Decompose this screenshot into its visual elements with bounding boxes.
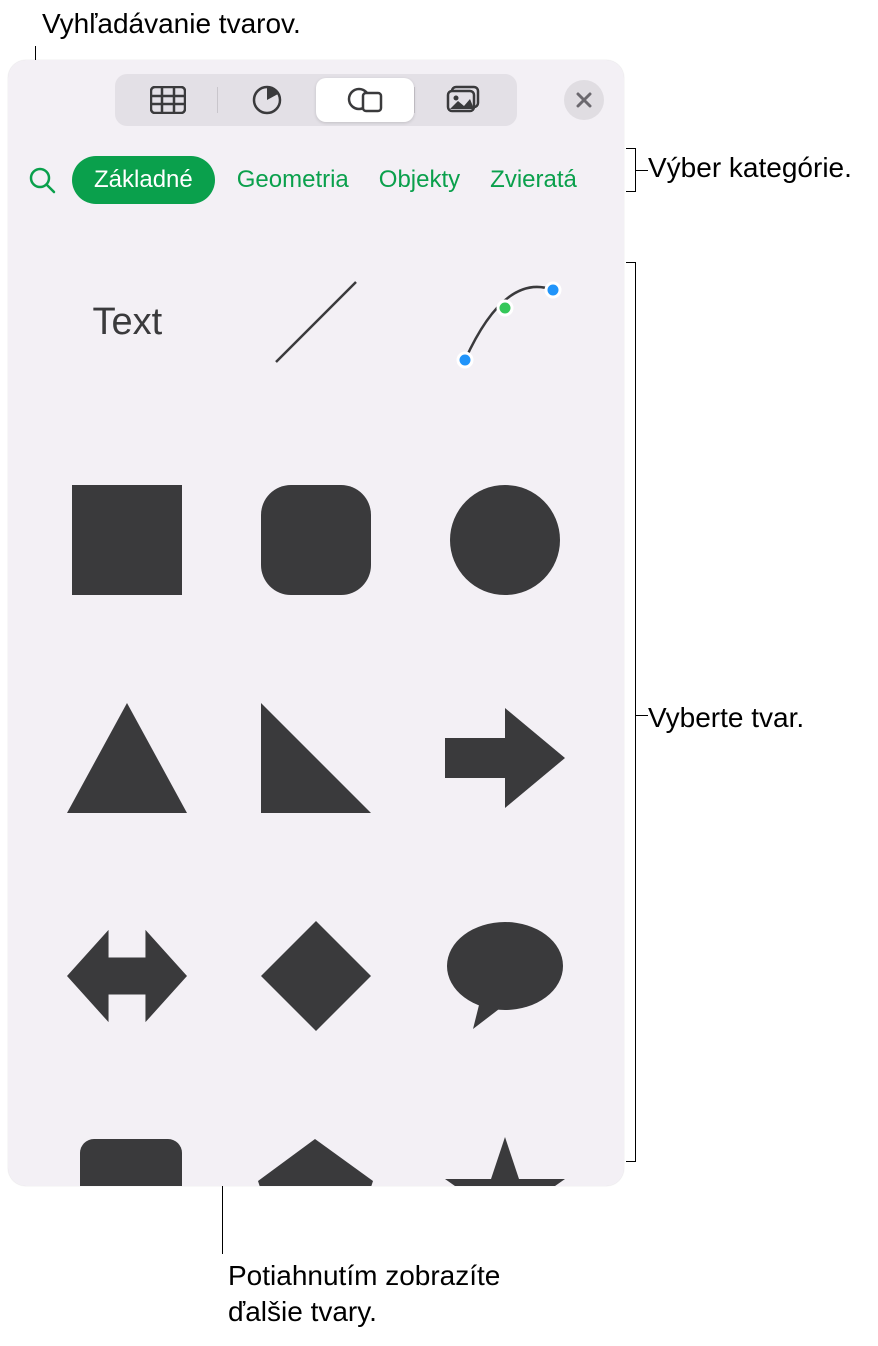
- shape-speech-bubble-square[interactable]: [67, 1134, 187, 1186]
- shape-arrow-right[interactable]: [445, 698, 565, 818]
- shapes-icon: [347, 85, 383, 115]
- bracket-select: [626, 262, 636, 1162]
- callout-scroll-2: ďalšie tvary.: [228, 1294, 377, 1330]
- top-tabs: [8, 60, 624, 136]
- category-animals[interactable]: Zvieratá: [482, 156, 585, 204]
- shape-diamond[interactable]: [256, 916, 376, 1036]
- callout-scroll-1: Potiahnutím zobrazíte: [228, 1258, 500, 1294]
- diamond-icon: [261, 921, 371, 1031]
- category-geometry[interactable]: Geometria: [229, 156, 357, 204]
- shape-triangle[interactable]: [67, 698, 187, 818]
- pentagon-icon: [258, 1139, 373, 1186]
- speech-bubble-round-icon: [445, 921, 565, 1031]
- shape-square[interactable]: [67, 480, 187, 600]
- callout-select-shape: Vyberte tvar.: [648, 700, 804, 736]
- tab-tables[interactable]: [119, 78, 217, 122]
- arrow-bidirectional-icon: [67, 926, 187, 1026]
- chart-icon: [252, 85, 282, 115]
- tab-media[interactable]: [415, 78, 513, 122]
- shape-arrow-bidirectional[interactable]: [67, 916, 187, 1036]
- right-triangle-icon: [261, 703, 371, 813]
- line-icon: [256, 262, 376, 382]
- close-icon: [576, 92, 592, 108]
- table-icon: [150, 86, 186, 114]
- shape-text[interactable]: Text: [67, 262, 187, 382]
- shapes-grid[interactable]: Text: [8, 222, 624, 1186]
- tab-shapes[interactable]: [316, 78, 414, 122]
- star-icon: [445, 1137, 565, 1187]
- shape-curve[interactable]: [445, 262, 565, 382]
- shape-right-triangle[interactable]: [256, 698, 376, 818]
- shape-star[interactable]: [445, 1134, 565, 1186]
- media-icon: [446, 85, 482, 115]
- shape-speech-bubble-round[interactable]: [445, 916, 565, 1036]
- callout-category: Výber kategórie.: [648, 150, 852, 186]
- rounded-square-icon: [261, 485, 371, 595]
- bracket-category: [626, 148, 636, 192]
- search-icon: [28, 166, 56, 194]
- speech-bubble-square-icon: [72, 1139, 182, 1186]
- callout-line-category: [636, 170, 648, 171]
- segmented-control: [115, 74, 517, 126]
- callout-search: Vyhľadávanie tvarov.: [42, 6, 301, 42]
- square-icon: [72, 485, 182, 595]
- close-button[interactable]: [564, 80, 604, 120]
- callout-line-select: [636, 715, 648, 716]
- text-shape-label: Text: [92, 301, 162, 344]
- shape-line[interactable]: [256, 262, 376, 382]
- tab-charts[interactable]: [218, 78, 316, 122]
- shapes-popover: Základné Geometria Objekty Zvieratá Text: [8, 60, 624, 1186]
- category-objects[interactable]: Objekty: [371, 156, 468, 204]
- triangle-icon: [67, 703, 187, 813]
- category-row: Základné Geometria Objekty Zvieratá: [8, 136, 624, 222]
- search-button[interactable]: [26, 164, 58, 196]
- shape-rounded-square[interactable]: [256, 480, 376, 600]
- arrow-right-icon: [445, 708, 565, 808]
- circle-icon: [450, 485, 560, 595]
- shape-pentagon[interactable]: [256, 1134, 376, 1186]
- category-basic[interactable]: Základné: [72, 156, 215, 204]
- curve-icon: [445, 262, 565, 382]
- shape-circle[interactable]: [445, 480, 565, 600]
